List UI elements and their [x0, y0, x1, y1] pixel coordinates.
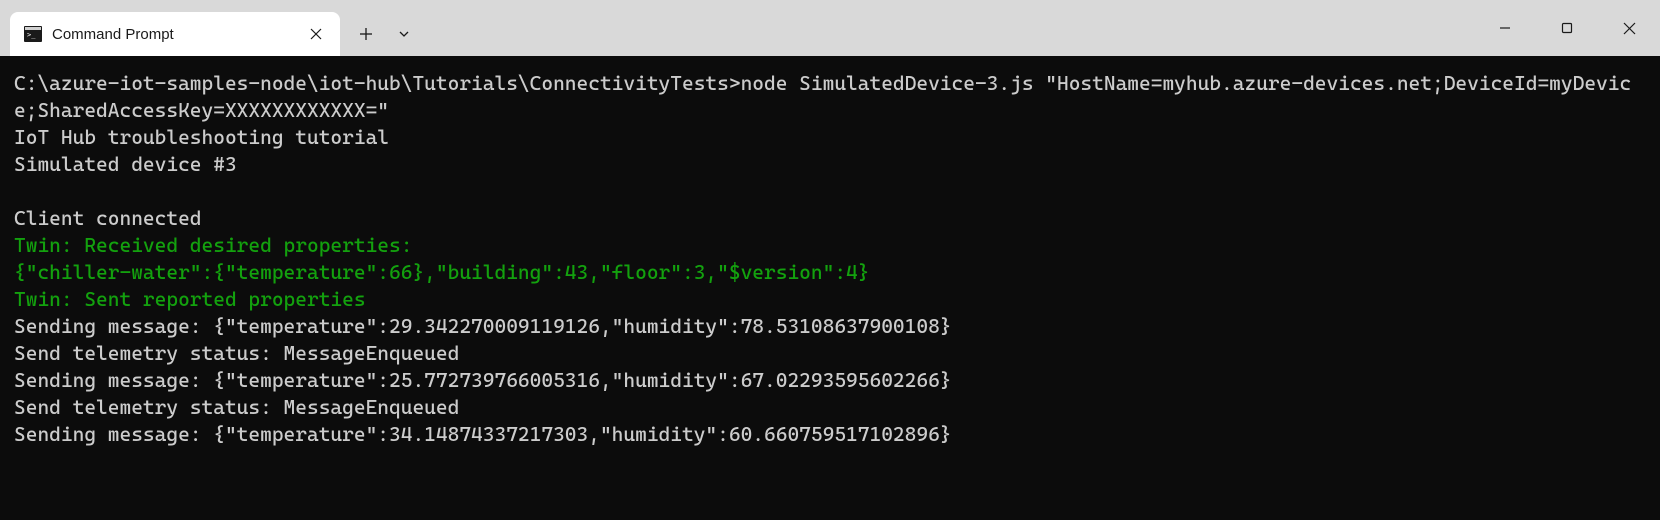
- svg-text:>_: >_: [27, 31, 36, 39]
- terminal-line: Sending message: {"temperature":25.77273…: [14, 367, 1646, 394]
- tab-close-button[interactable]: [304, 22, 328, 46]
- tab-dropdown-button[interactable]: [386, 14, 422, 54]
- tab-area: >_ Command Prompt: [0, 0, 422, 56]
- tab-title: Command Prompt: [52, 26, 294, 43]
- terminal-line: Twin: Sent reported properties: [14, 286, 1646, 313]
- titlebar: >_ Command Prompt: [0, 0, 1660, 56]
- new-tab-button[interactable]: [346, 14, 386, 54]
- terminal-line: Sending message: {"temperature":29.34227…: [14, 313, 1646, 340]
- terminal-output[interactable]: C:\azure-iot-samples-node\iot-hub\Tutori…: [0, 56, 1660, 520]
- terminal-line: Twin: Received desired properties:: [14, 232, 1646, 259]
- window-controls: [1474, 0, 1660, 56]
- tab-command-prompt[interactable]: >_ Command Prompt: [10, 12, 340, 56]
- terminal-line: Sending message: {"temperature":34.14874…: [14, 421, 1646, 448]
- minimize-button[interactable]: [1474, 0, 1536, 56]
- terminal-line: IoT Hub troubleshooting tutorial: [14, 124, 1646, 151]
- terminal-line: Send telemetry status: MessageEnqueued: [14, 340, 1646, 367]
- terminal-line: Client connected: [14, 205, 1646, 232]
- terminal-line: Send telemetry status: MessageEnqueued: [14, 394, 1646, 421]
- terminal-line: {"chiller-water":{"temperature":66},"bui…: [14, 259, 1646, 286]
- close-button[interactable]: [1598, 0, 1660, 56]
- terminal-line: Simulated device #3: [14, 151, 1646, 178]
- maximize-button[interactable]: [1536, 0, 1598, 56]
- cmd-icon: >_: [24, 25, 42, 43]
- terminal-line: [14, 178, 1646, 205]
- terminal-line: C:\azure-iot-samples-node\iot-hub\Tutori…: [14, 70, 1646, 124]
